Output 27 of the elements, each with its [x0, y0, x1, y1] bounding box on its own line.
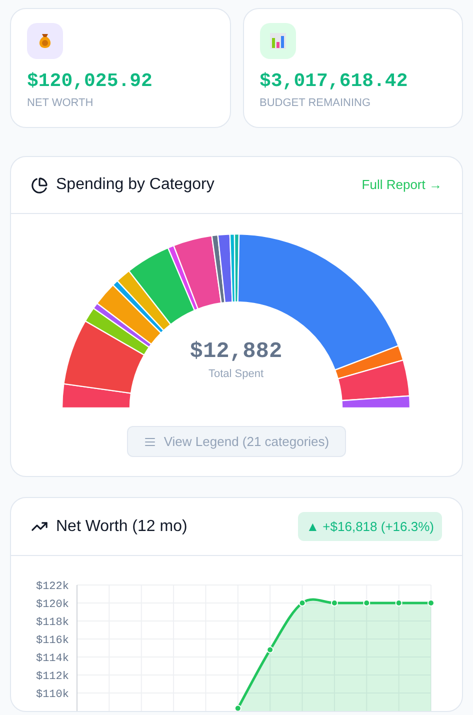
y-axis-label: $118k: [36, 617, 69, 629]
stat-value: $3,017,618.42: [260, 69, 409, 93]
stat-value: $120,025.92: [27, 69, 154, 93]
bar-chart-icon: [268, 32, 286, 50]
y-axis-label: $110k: [36, 689, 69, 701]
data-point: [298, 600, 306, 606]
y-axis-label: $116k: [36, 635, 69, 647]
total-caption: Total Spent: [208, 367, 264, 382]
data-point: [363, 600, 370, 606]
total-amount: $12,882: [190, 338, 282, 366]
full-report-link[interactable]: Full Report →: [362, 175, 442, 195]
list-icon: [144, 436, 156, 448]
data-point: [330, 600, 338, 606]
view-legend-button[interactable]: View Legend (21 categories): [126, 426, 346, 457]
card-title: Net Worth (12 mo): [56, 516, 188, 536]
pie-chart-icon: [31, 176, 48, 194]
y-axis-label: $112k: [36, 671, 69, 683]
y-axis-label: $122k: [36, 581, 69, 593]
stat-label: BUDGET REMAINING: [260, 96, 372, 111]
card-title: Spending by Category: [56, 175, 214, 195]
y-axis-label: $120k: [36, 599, 69, 611]
change-badge: ▲ +$16,818 (+16.3%): [298, 512, 442, 542]
y-axis-label: $114k: [36, 653, 69, 665]
stat-label: NET WORTH: [27, 96, 94, 111]
data-point: [266, 646, 274, 654]
data-point: [395, 600, 402, 606]
data-point: [428, 600, 434, 606]
